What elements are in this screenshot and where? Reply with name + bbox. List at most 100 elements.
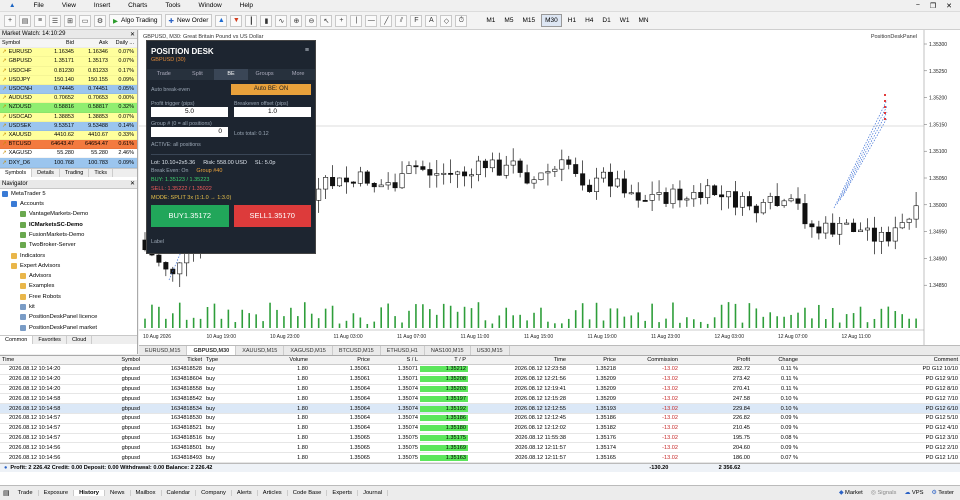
pd-sell-button[interactable]: SELL1.35170 [233, 205, 311, 227]
profiles-icon[interactable]: ▤ [19, 14, 31, 27]
tab-favorites[interactable]: Favorites [33, 335, 67, 344]
tf-h1[interactable]: H1 [565, 14, 579, 27]
market-watch-icon[interactable]: ≡ [34, 14, 46, 27]
restore-icon[interactable]: ❐ [930, 2, 936, 10]
crosshair-icon[interactable]: + [335, 14, 348, 27]
table-row[interactable]: ▣2026.08.12 10:14:20gbpusd1634818558buy1… [0, 385, 960, 395]
column-header[interactable]: Volume [248, 357, 310, 363]
menu-charts[interactable]: Charts [119, 2, 156, 9]
market-watch-row[interactable]: ↗ NZDUSD 0.58816 0.58817 0.32% [0, 103, 137, 113]
minimize-icon[interactable]: − [916, 2, 920, 10]
pd-tab-be[interactable]: BE [214, 69, 248, 80]
terminal-tab[interactable]: Articles [258, 490, 288, 496]
pd-be-offset-input[interactable]: 1.0 [234, 107, 311, 117]
line-chart-icon[interactable]: ∿ [275, 14, 288, 27]
navigator-item[interactable]: Accounts [0, 199, 137, 209]
column-header[interactable]: S / L [372, 357, 420, 363]
menu-file[interactable]: File [24, 2, 52, 9]
market-watch-row[interactable]: ↗ EURUSD 1.16345 1.16346 0.07% [0, 48, 137, 58]
menu-insert[interactable]: Insert [85, 2, 119, 9]
table-row[interactable]: ▣2026.08.12 10:14:56gbpusd1634818493buy1… [0, 453, 960, 463]
market-link[interactable]: ◆ Market [839, 490, 863, 496]
column-header[interactable]: Commission [618, 357, 680, 363]
table-row[interactable]: ▣2026.08.12 10:14:57gbpusd1634818530buy1… [0, 414, 960, 424]
trendline-icon[interactable]: ╱ [380, 14, 393, 27]
navigator-item[interactable]: PositionDeskPanel licence [0, 312, 137, 322]
column-header[interactable]: Price [310, 357, 372, 363]
column-header[interactable]: Ticket [142, 357, 204, 363]
terminal-tab[interactable]: Company [196, 490, 232, 496]
horizontal-line-icon[interactable]: — [365, 14, 378, 27]
chart-tab[interactable]: EURUSD,M15 [139, 346, 188, 355]
market-watch-row[interactable]: ↗ USDJPY 150.140 150.155 0.09% [0, 75, 137, 85]
pd-tab-groups[interactable]: Groups [248, 69, 282, 80]
zoom-in-icon[interactable]: ⊕ [290, 14, 303, 27]
table-row[interactable]: ▣2026.08.12 10:14:56gbpusd1634818501buy1… [0, 443, 960, 454]
column-header[interactable]: Price [568, 357, 618, 363]
data-window-icon[interactable]: ⊞ [64, 14, 76, 27]
column-header[interactable]: Comment [800, 357, 960, 363]
tab-details[interactable]: Details [32, 168, 60, 177]
market-watch-row[interactable]: ↗ USDCNH 0.74445 0.74451 0.05% [0, 84, 137, 95]
navigator-item[interactable]: FusionMarkets-Demo [0, 230, 137, 240]
menu-help[interactable]: Help [231, 2, 262, 9]
pd-menu-icon[interactable]: ≡ [305, 47, 309, 54]
market-watch-row[interactable]: ↗ USDSEK 9.53517 9.53488 0.14% [0, 121, 137, 131]
zoom-out-icon[interactable]: ⊖ [305, 14, 318, 27]
table-row[interactable]: ▣2026.08.12 10:14:58gbpusd1634818534buy1… [0, 404, 960, 414]
market-watch-row[interactable]: ↗ XAGUSD 55.280 55.280 2.46% [0, 149, 137, 159]
column-header[interactable]: Change [752, 357, 800, 363]
pd-group-input[interactable]: 0 [151, 127, 228, 137]
tester-link[interactable]: ⚙ Tester [931, 490, 954, 496]
column-header[interactable]: Profit [680, 357, 752, 363]
table-row[interactable]: ▣2026.08.12 10:14:57gbpusd1634818521buy1… [0, 424, 960, 434]
tab-symbols[interactable]: Symbols [0, 168, 33, 177]
app-icon[interactable]: ▲ [0, 2, 24, 9]
navigator-item[interactable]: Free Robots [0, 292, 137, 302]
terminal-tab[interactable]: Code Base [288, 490, 328, 496]
period-icon[interactable]: ⏱ [455, 14, 468, 27]
terminal-icon[interactable]: ▭ [79, 14, 91, 27]
navigator-item[interactable]: MetaTrader 5 [0, 189, 137, 199]
column-header[interactable]: Symbol [78, 357, 142, 363]
terminal-tab[interactable]: News [105, 490, 131, 496]
close-icon[interactable]: ✕ [946, 2, 952, 10]
terminal-tab[interactable]: Exposure [39, 490, 75, 496]
chart-tab[interactable]: NAS100,M15 [425, 346, 471, 355]
shapes-icon[interactable]: ◇ [440, 14, 453, 27]
pd-profit-trigger-input[interactable]: 5.0 [151, 107, 228, 117]
table-row[interactable]: ▣2026.08.12 10:14:20gbpusd1634818528buy1… [0, 365, 960, 375]
candle-chart-icon[interactable]: ▮ [260, 14, 273, 27]
tf-m30[interactable]: M30 [541, 14, 562, 27]
chart-tab[interactable]: XAGUSD,M15 [284, 346, 333, 355]
terminal-tab[interactable]: Calendar [162, 490, 197, 496]
tab-ticks[interactable]: Ticks [89, 168, 113, 177]
navigator-item[interactable]: VantageMarkets-Demo [0, 209, 137, 219]
pd-buy-button[interactable]: BUY1.35172 [151, 205, 229, 227]
tab-common[interactable]: Common [0, 335, 34, 344]
tf-w1[interactable]: W1 [617, 14, 633, 27]
sell-icon[interactable]: ▼ [230, 14, 243, 27]
menu-window[interactable]: Window [190, 2, 231, 9]
column-header[interactable]: Type [204, 357, 248, 363]
tf-d1[interactable]: D1 [599, 14, 613, 27]
algo-trading-button[interactable]: ▶ Algo Trading [109, 14, 162, 27]
cursor-icon[interactable]: ↖ [320, 14, 333, 27]
navigator-item[interactable]: kit [0, 302, 137, 312]
navigator-item[interactable]: Indicators [0, 250, 137, 260]
chart-tab[interactable]: ETHUSD,H1 [381, 346, 425, 355]
menu-tools[interactable]: Tools [156, 2, 189, 9]
market-watch-row[interactable]: ↗ USDCAD 1.38853 1.38853 0.07% [0, 112, 137, 122]
market-watch-row[interactable]: ↗ AUDUSD 0.70652 0.70653 0.00% [0, 94, 137, 104]
terminal-tab[interactable]: History [74, 490, 106, 496]
navigator-item[interactable]: Advisors [0, 271, 137, 281]
navigator-item[interactable]: TwoBroker-Server [0, 240, 137, 250]
column-header[interactable]: T / P [420, 357, 468, 363]
terminal-tab[interactable]: Trade [13, 490, 39, 496]
close-icon[interactable]: ✕ [130, 31, 137, 38]
close-icon[interactable]: ✕ [130, 180, 137, 187]
market-watch-row[interactable]: ↗ DXY_D6 100.768 100.783 0.09% [0, 158, 137, 168]
table-row[interactable]: ▣2026.08.12 10:14:58gbpusd1634818542buy1… [0, 394, 960, 405]
buy-icon[interactable]: ▲ [215, 14, 228, 27]
fibonacci-icon[interactable]: F [410, 14, 423, 27]
